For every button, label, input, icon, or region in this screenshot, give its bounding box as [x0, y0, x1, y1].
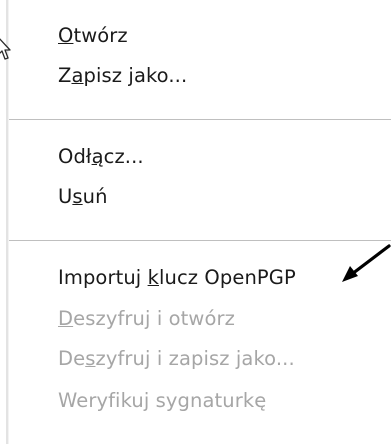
attachment-context-menu: Otwórz Zapisz jako... Odłącz... Usuń Imp… [9, 0, 391, 444]
mnemonic-underline: s [72, 185, 83, 208]
menu-separator-2 [9, 240, 391, 241]
menu-item-import-openpgp-key-label: Importuj klucz OpenPGP [58, 266, 296, 289]
menu-separator-1 [9, 119, 391, 120]
menu-item-save-as[interactable]: Zapisz jako... [9, 56, 391, 96]
menu-item-open[interactable]: Otwórz [9, 16, 391, 56]
menu-item-detach-label: Odłącz... [58, 145, 144, 168]
mnemonic-underline: k [147, 266, 159, 289]
menu-item-verify-signature: Weryfikuj sygnaturkę [9, 381, 391, 421]
menu-item-delete[interactable]: Usuń [9, 177, 391, 217]
mnemonic-underline: a [71, 64, 84, 87]
context-menu-screenshot: Otwórz Zapisz jako... Odłącz... Usuń Imp… [0, 0, 391, 444]
menu-item-open-label: Otwórz [58, 24, 128, 47]
menu-item-decrypt-and-save-as: Deszyfruj i zapisz jako... [9, 339, 391, 379]
menu-item-verify-signature-label: Weryfikuj sygnaturkę [58, 389, 267, 412]
mnemonic-underline: O [58, 24, 74, 47]
menu-item-decrypt-and-save-as-label: Deszyfruj i zapisz jako... [58, 347, 295, 370]
mnemonic-underline: s [85, 347, 96, 370]
menu-item-decrypt-and-open: Deszyfruj i otwórz [9, 299, 391, 339]
menu-item-detach[interactable]: Odłącz... [9, 137, 391, 177]
menu-item-save-as-label: Zapisz jako... [58, 64, 188, 87]
annotation-arrow-icon [342, 244, 391, 282]
mnemonic-underline: D [58, 307, 74, 330]
menu-item-import-openpgp-key[interactable]: Importuj klucz OpenPGP [9, 258, 391, 298]
menu-item-decrypt-and-open-label: Deszyfruj i otwórz [58, 307, 235, 330]
menu-item-delete-label: Usuń [58, 185, 108, 208]
mnemonic-underline: ą [91, 145, 104, 168]
